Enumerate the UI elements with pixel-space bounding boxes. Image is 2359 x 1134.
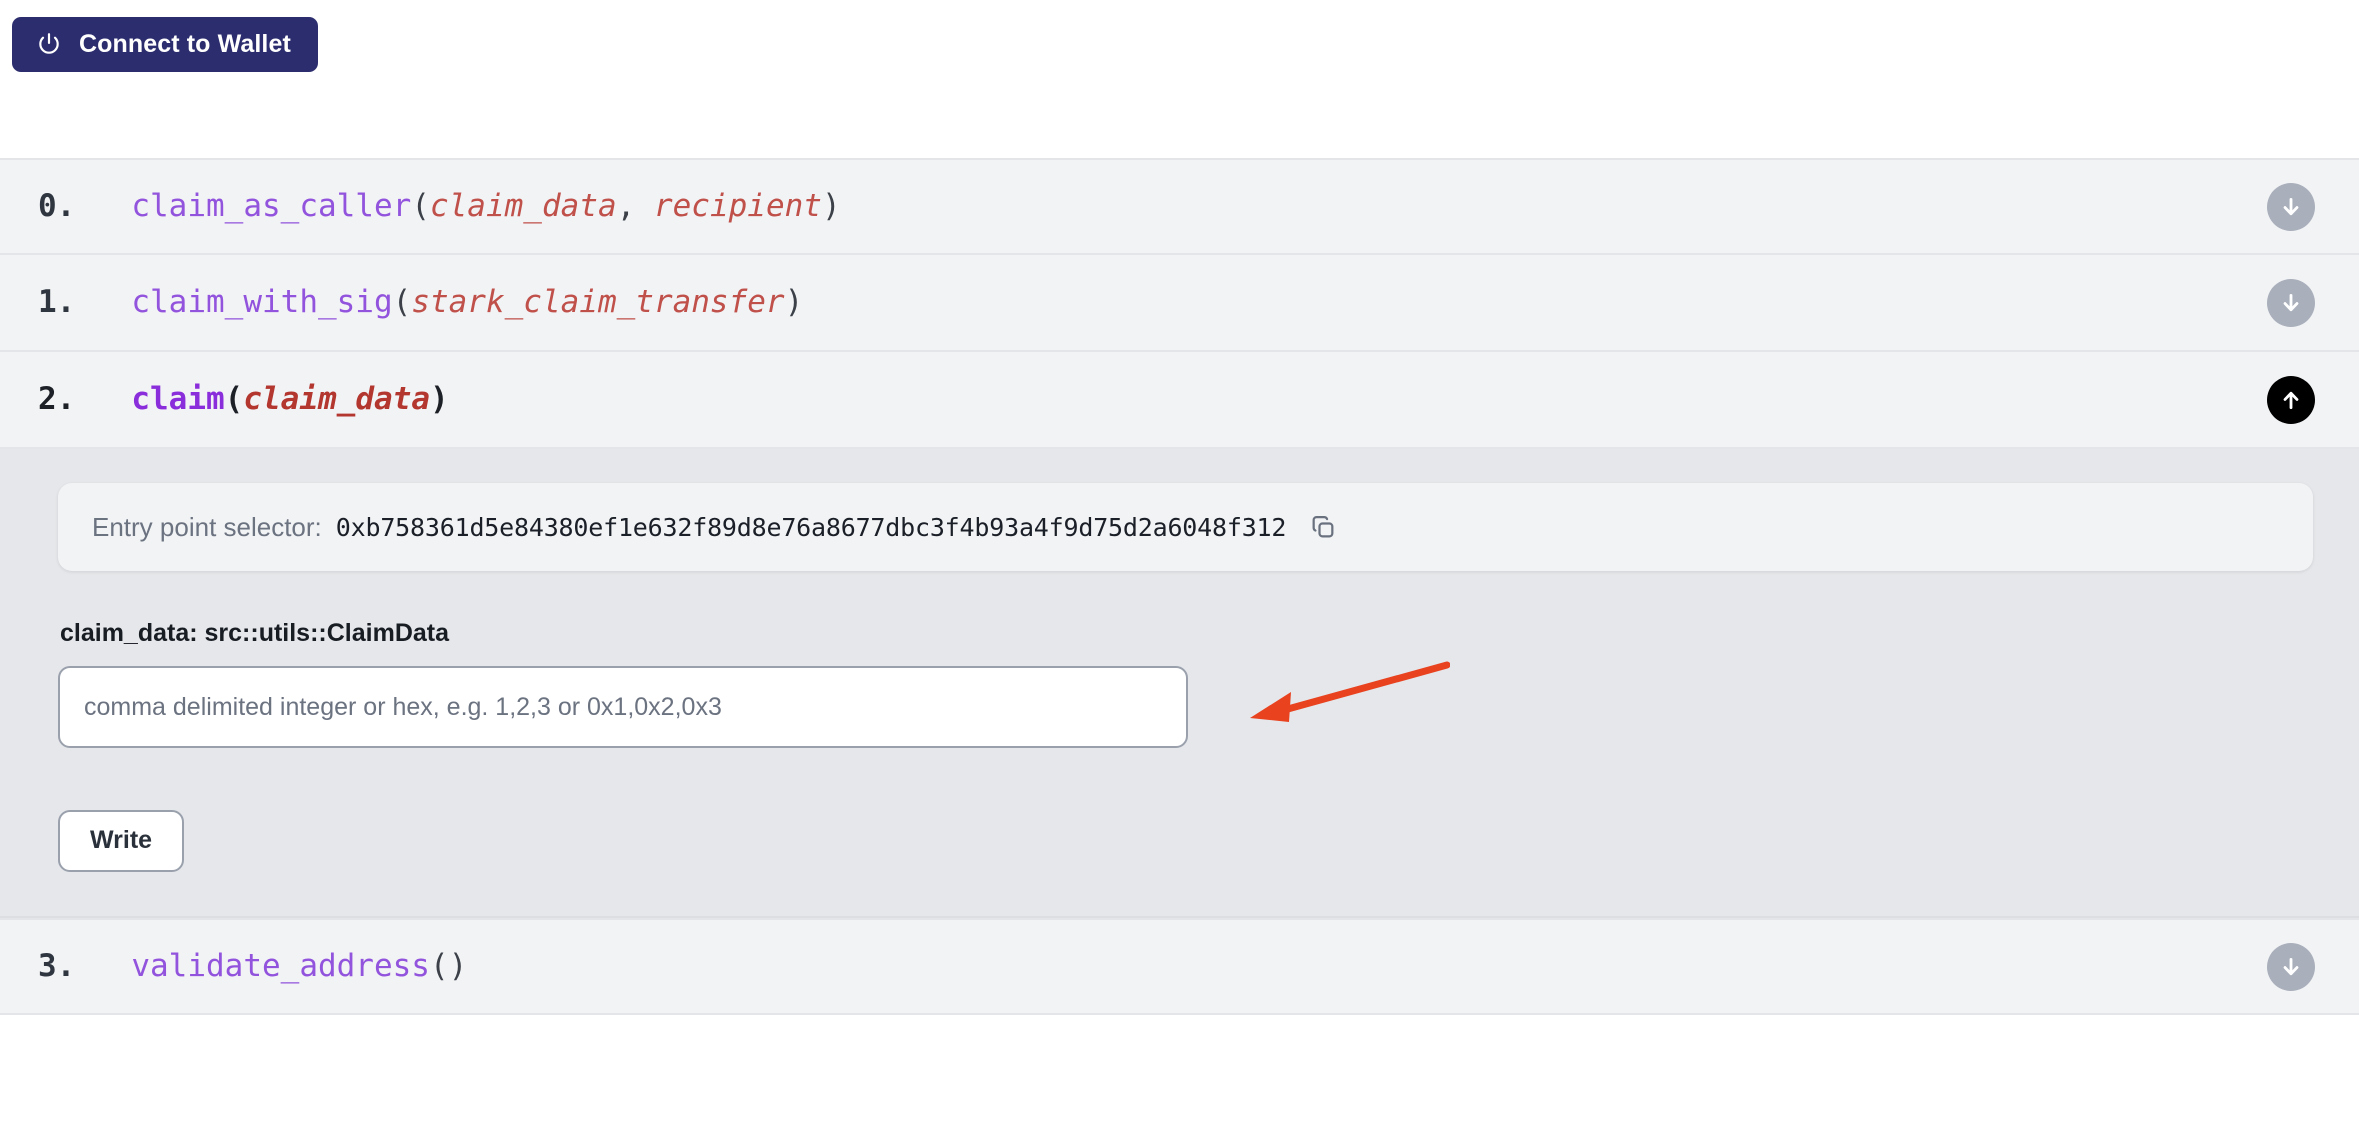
copy-icon [1309, 513, 1337, 541]
function-signature: 1. claim_with_sig(stark_claim_transfer) [0, 287, 803, 318]
function-param: claim_data [429, 188, 617, 224]
function-row-claim-with-sig[interactable]: 1. claim_with_sig(stark_claim_transfer) [0, 255, 2359, 352]
contract-write-page: Connect to Wallet 0. claim_as_caller(cla… [0, 0, 2359, 1134]
function-signature: 0. claim_as_caller(claim_data, recipient… [0, 191, 841, 222]
expand-toggle-claim-as-caller[interactable] [2267, 182, 2315, 231]
function-row-validate-address[interactable]: 3. validate_address() [0, 918, 2359, 1015]
connect-to-wallet-label: Connect to Wallet [79, 29, 291, 58]
entry-point-selector-box: Entry point selector: 0xb758361d5e84380e… [58, 483, 2313, 571]
function-index: 1. [38, 284, 76, 320]
function-name: claim_as_caller [131, 188, 412, 224]
claim-data-input[interactable] [58, 666, 1188, 748]
open-paren: ( [392, 284, 412, 320]
expand-toggle-claim-with-sig[interactable] [2267, 278, 2315, 327]
open-paren: ( [429, 948, 449, 984]
open-paren: ( [411, 188, 430, 224]
close-paren: ) [448, 948, 468, 984]
collapse-toggle-claim[interactable] [2267, 375, 2315, 424]
function-param: recipient [653, 188, 822, 224]
close-paren: ) [821, 188, 841, 224]
param-separator: , [616, 188, 636, 224]
power-icon [36, 31, 62, 57]
function-name: claim [131, 381, 225, 417]
function-signature: 3. validate_address() [0, 951, 467, 982]
function-name: claim_with_sig [131, 284, 393, 320]
function-index: 3. [38, 948, 76, 984]
connect-to-wallet-button[interactable]: Connect to Wallet [12, 17, 318, 72]
wallet-bar: Connect to Wallet [12, 17, 318, 72]
function-name: validate_address [131, 948, 430, 984]
function-param: stark_claim_transfer [411, 284, 785, 320]
claim-function-panel: Entry point selector: 0xb758361d5e84380e… [0, 449, 2359, 918]
entry-point-selector-value: 0xb758361d5e84380ef1e632f89d8e76a8677dbc… [335, 512, 1287, 542]
claim-data-field-label: claim_data: src::utils::ClaimData [60, 619, 450, 647]
function-row-claim[interactable]: 2. claim(claim_data) [0, 352, 2359, 449]
function-signature: 2. claim(claim_data) [0, 384, 449, 415]
copy-selector-button[interactable] [1308, 512, 1338, 542]
function-row-claim-as-caller[interactable]: 0. claim_as_caller(claim_data, recipient… [0, 158, 2359, 255]
expand-toggle-validate-address[interactable] [2267, 942, 2315, 991]
function-index: 0. [38, 188, 76, 224]
close-paren: ) [429, 381, 449, 417]
function-list: 0. claim_as_caller(claim_data, recipient… [0, 158, 2359, 1015]
close-paren: ) [784, 284, 804, 320]
function-param: claim_data [243, 381, 430, 417]
function-index: 2. [38, 381, 76, 417]
write-button[interactable]: Write [58, 810, 185, 872]
entry-point-selector-label: Entry point selector: [92, 511, 322, 542]
open-paren: ( [224, 381, 244, 417]
